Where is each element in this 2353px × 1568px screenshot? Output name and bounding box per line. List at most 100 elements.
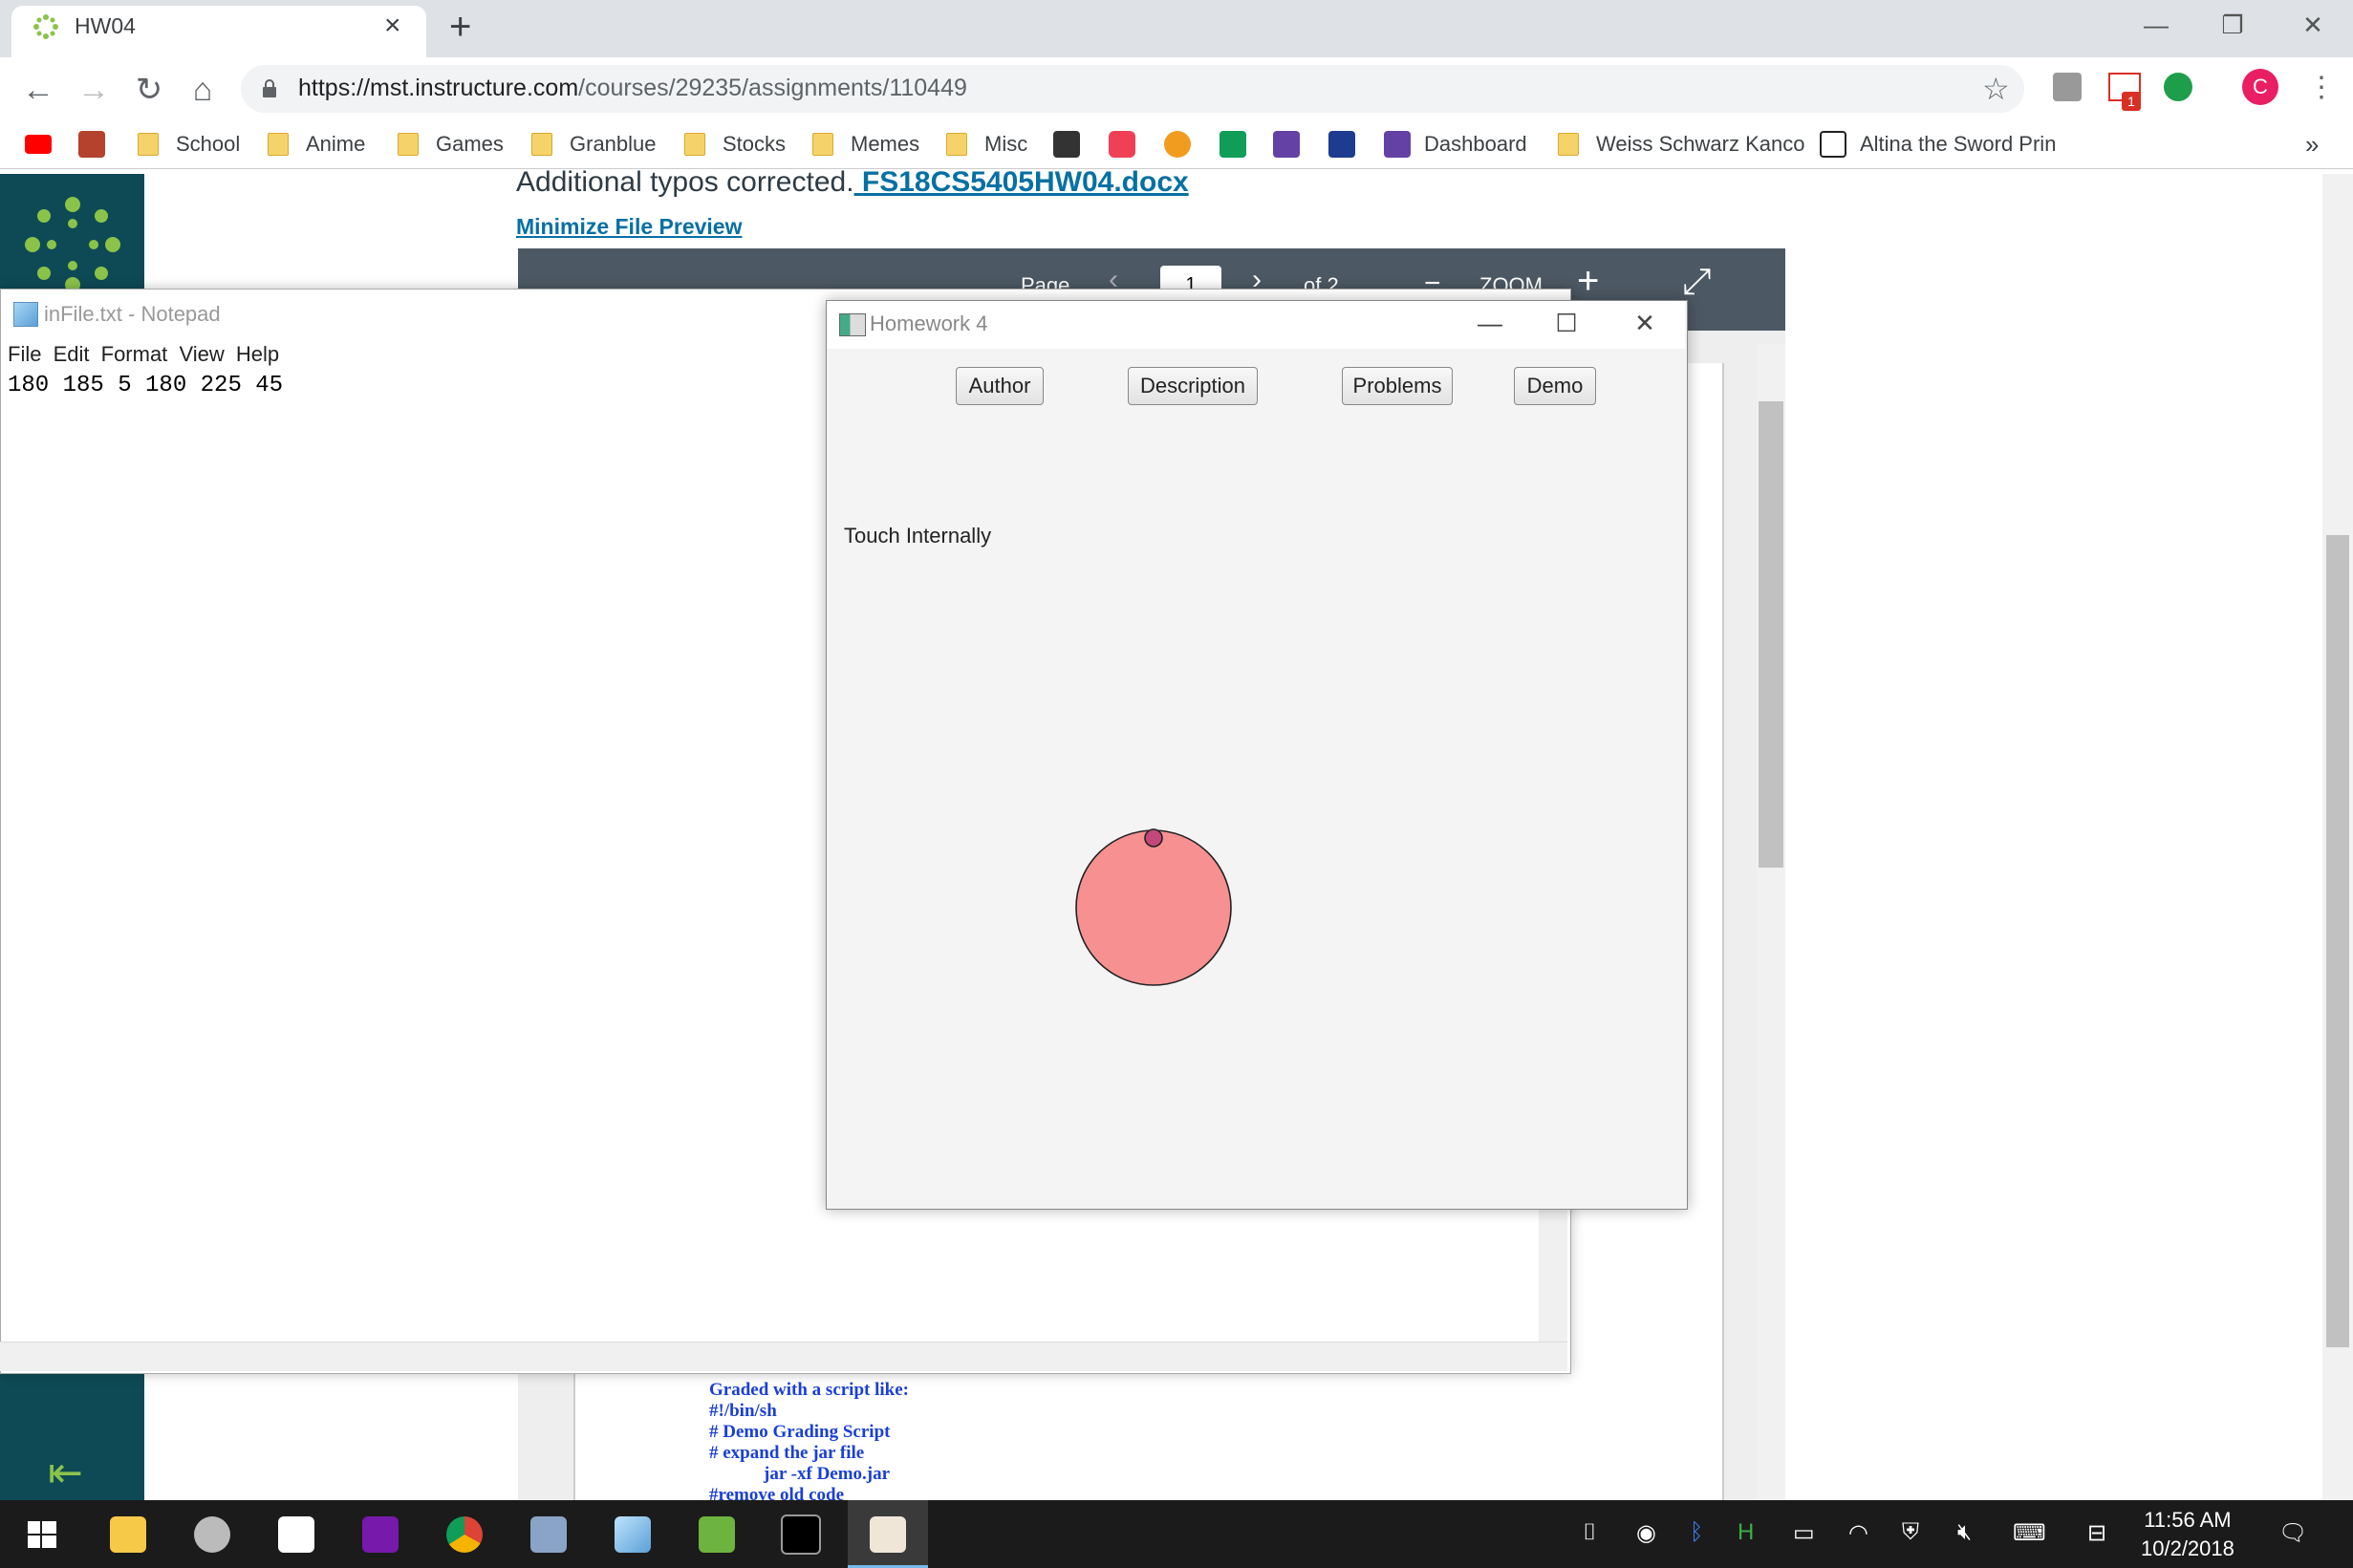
taskbar-file-explorer[interactable]: [99, 1508, 157, 1561]
small-circle: [1144, 828, 1163, 848]
taskbar-app-6[interactable]: [520, 1508, 577, 1561]
bookmark-altina[interactable]: Altina the Sword Prin: [1820, 128, 2056, 161]
menu-file[interactable]: File: [8, 342, 41, 366]
taskbar-calculator[interactable]: [268, 1508, 325, 1561]
notepad-titlebar[interactable]: inFile.txt - Notepad: [13, 302, 221, 327]
taskbar-app-2[interactable]: [183, 1508, 241, 1561]
url-path: /courses/29235/assignments/110449: [578, 75, 967, 101]
folder-icon: [1558, 133, 1579, 156]
new-tab-button[interactable]: +: [449, 8, 471, 46]
bookmark-site-1[interactable]: [1053, 128, 1080, 161]
security-shield-icon[interactable]: ⛨: [1902, 1519, 1919, 1546]
tab-close-icon[interactable]: ×: [384, 11, 401, 40]
notepad-icon: [13, 302, 38, 327]
menu-format[interactable]: Format: [101, 342, 168, 366]
bookmark-avatar[interactable]: [78, 128, 105, 161]
window-restore-icon[interactable]: ❐: [2204, 6, 2261, 44]
keyboard-icon[interactable]: ⌨: [2013, 1519, 2046, 1547]
tab-title: HW04: [75, 13, 136, 38]
document-scroll-thumb[interactable]: [1759, 401, 1783, 868]
bookmark-label: Weiss Schwarz Kanco: [1596, 132, 1805, 156]
bookmark-youtube[interactable]: [25, 128, 52, 161]
bookmark-games[interactable]: Games: [398, 128, 504, 161]
taskbar-onenote[interactable]: [352, 1508, 409, 1561]
bookmark-school[interactable]: School: [138, 128, 240, 161]
menu-view[interactable]: View: [179, 342, 224, 366]
h-app-icon[interactable]: H: [1738, 1519, 1754, 1546]
tablet-mode-icon[interactable]: ⊟: [2087, 1519, 2106, 1547]
homework-maximize-icon[interactable]: ☐: [1543, 304, 1590, 342]
pocket-icon: [1109, 131, 1135, 158]
window-close-icon[interactable]: ✕: [2284, 6, 2342, 44]
profile-avatar[interactable]: C: [2242, 69, 2278, 105]
status-label: Touch Internally: [844, 524, 992, 548]
collapse-nav-icon[interactable]: ⇤: [48, 1449, 83, 1497]
clock-time: 11:56 AM: [2144, 1508, 2232, 1532]
bookmark-sheets[interactable]: [1220, 128, 1246, 161]
wifi-icon[interactable]: ◠: [1848, 1519, 1868, 1547]
description-button[interactable]: Description: [1128, 367, 1258, 405]
battery-icon[interactable]: ▭: [1793, 1519, 1815, 1547]
bookmark-pocket[interactable]: [1109, 128, 1135, 161]
folder-icon: [531, 133, 552, 156]
bookmark-label: Altina the Sword Prin: [1860, 132, 2057, 156]
bluetooth-icon[interactable]: ᛒ: [1690, 1519, 1703, 1546]
back-arrow-icon[interactable]: ←: [17, 69, 59, 111]
fullscreen-icon[interactable]: ⤢: [1682, 262, 1711, 303]
demo-button[interactable]: Demo: [1514, 367, 1596, 405]
minimize-file-preview-link[interactable]: Minimize File Preview: [516, 214, 742, 240]
menu-kebab-icon[interactable]: ⋮: [2307, 71, 2336, 104]
problems-button[interactable]: Problems: [1342, 367, 1453, 405]
bookmark-star-icon[interactable]: ☆: [1982, 71, 2010, 107]
author-button[interactable]: Author: [956, 367, 1044, 405]
notifications-icon[interactable]: 🗨︎: [2278, 1519, 2307, 1547]
start-button[interactable]: [13, 1508, 71, 1561]
menu-edit[interactable]: Edit: [54, 342, 90, 366]
site-icon: [1164, 131, 1191, 158]
extension-printer-icon[interactable]: [2053, 73, 2082, 101]
bookmark-stocks[interactable]: Stocks: [684, 128, 786, 161]
taskbar-terminal[interactable]: [772, 1508, 830, 1561]
bookmark-misc[interactable]: Misc: [946, 128, 1027, 161]
bookmark-dashboard[interactable]: Dashboard: [1384, 128, 1527, 161]
page-scroll-thumb[interactable]: [2326, 535, 2349, 1347]
canvas-logo-icon[interactable]: [23, 195, 122, 294]
bookmark-twitch[interactable]: [1273, 128, 1300, 161]
notepad-icon: [615, 1516, 651, 1553]
bookmark-memes[interactable]: Memes: [812, 128, 919, 161]
homework-minimize-icon[interactable]: —: [1466, 304, 1514, 342]
bookmark-site-3[interactable]: [1328, 128, 1355, 161]
bookmark-weiss-schwarz[interactable]: Weiss Schwarz Kanco: [1558, 128, 1804, 161]
app-icon: [194, 1516, 230, 1553]
taskbar-clock[interactable]: 11:56 AM 10/2/2018: [2141, 1506, 2234, 1563]
chrome-tray-icon[interactable]: ◉: [1636, 1519, 1656, 1547]
notepad-menubar: File Edit Format View Help: [8, 342, 279, 367]
bookmark-label: Dashboard: [1424, 132, 1527, 156]
volume-muted-icon[interactable]: 🔇︎: [1957, 1519, 1972, 1546]
zoom-in-icon[interactable]: +: [1577, 260, 1599, 303]
window-minimize-icon[interactable]: —: [2127, 6, 2185, 44]
bookmarks-overflow-button[interactable]: »: [2305, 128, 2319, 161]
bookmark-granblue[interactable]: Granblue: [531, 128, 657, 161]
homework-close-icon[interactable]: ✕: [1621, 304, 1669, 342]
usb-icon[interactable]: ⌷: [1583, 1519, 1596, 1546]
bookmark-site-2[interactable]: [1164, 128, 1191, 161]
taskbar-notepad[interactable]: [604, 1508, 661, 1561]
home-icon[interactable]: ⌂: [182, 69, 224, 111]
file-download-link[interactable]: FS18CS5405HW04.docx: [854, 166, 1189, 198]
notepad-horizontal-scrollbar[interactable]: [0, 1342, 1567, 1371]
gmail-badge: 1: [2122, 92, 2141, 111]
bookmark-anime[interactable]: Anime: [268, 128, 365, 161]
site-icon: [1053, 131, 1080, 158]
taskbar-app-8[interactable]: [688, 1508, 745, 1561]
taskbar-chrome[interactable]: [436, 1508, 493, 1561]
reload-icon[interactable]: ↻: [128, 69, 170, 111]
typos-text: Additional typos corrected.: [516, 166, 854, 198]
taskbar-java-icon-wrap[interactable]: [859, 1508, 917, 1561]
notepad-content[interactable]: 180 185 5 180 225 45: [8, 373, 283, 398]
forward-arrow-icon[interactable]: →: [73, 69, 115, 111]
extension-green-icon[interactable]: [2164, 73, 2192, 101]
canvas-favicon-icon: [33, 14, 58, 39]
menu-help[interactable]: Help: [236, 342, 279, 366]
url-text[interactable]: https://mst.instructure.com/courses/2923…: [298, 75, 967, 102]
